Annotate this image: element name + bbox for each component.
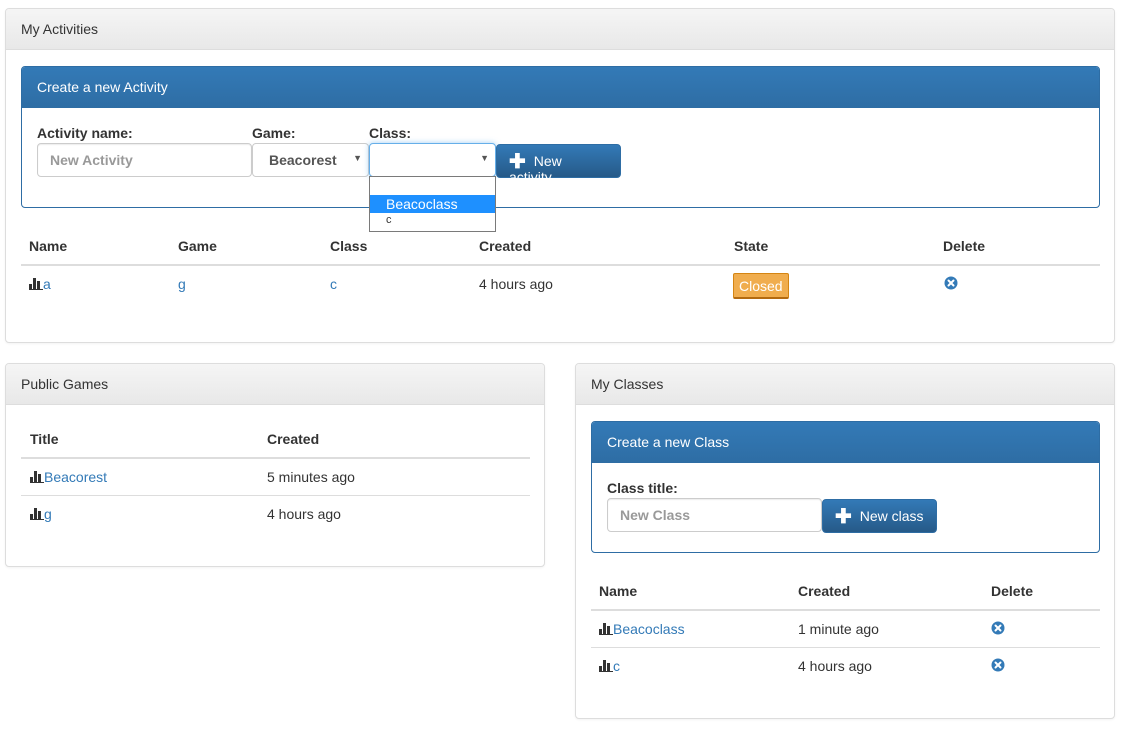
class-title-label: Class title: xyxy=(607,480,678,496)
chevron-down-icon: ▼ xyxy=(353,153,362,163)
class-created: 4 hours ago xyxy=(798,658,872,674)
create-activity-panel: Create a new Activity Activity name: Gam… xyxy=(21,66,1100,208)
plus-icon: ✚ xyxy=(509,151,526,173)
dropdown-option-c[interactable]: c xyxy=(370,213,495,231)
create-activity-heading: Create a new Activity xyxy=(22,67,1099,108)
new-class-button-label: New class xyxy=(859,508,924,524)
class-name: Beacoclass xyxy=(613,621,685,637)
col-header-created: Created xyxy=(798,583,851,599)
row-divider xyxy=(21,495,530,496)
bar-chart-icon xyxy=(29,278,43,290)
new-activity-button[interactable]: ✚ New activity xyxy=(496,144,621,185)
class-title-input[interactable] xyxy=(607,498,822,532)
bar-chart-icon xyxy=(599,623,613,635)
table-row: g xyxy=(30,506,52,522)
table-divider xyxy=(21,264,1100,266)
col-header-name: Name xyxy=(599,583,638,599)
create-class-panel: Create a new Class Class title: ✚ New cla… xyxy=(591,421,1100,553)
activities-panel: My Activities Create a new Activity Acti… xyxy=(5,8,1115,343)
delete-icon[interactable] xyxy=(991,621,1005,635)
activities-panel-title: My Activities xyxy=(6,9,1114,50)
activity-game-link[interactable]: g xyxy=(178,276,186,292)
activity-created: 4 hours ago xyxy=(479,276,553,292)
activity-name-link[interactable]: a xyxy=(29,276,51,292)
plus-icon: ✚ xyxy=(835,506,852,528)
bar-chart-icon xyxy=(30,508,44,520)
col-header-class: Class xyxy=(330,238,368,254)
class-created: 1 minute ago xyxy=(798,621,879,637)
dropdown-option-beacoclass[interactable]: Beacoclass xyxy=(370,195,495,213)
game-title: Beacorest xyxy=(44,469,108,485)
game-select-value: Beacorest xyxy=(269,152,337,168)
col-header-title: Title xyxy=(30,431,59,447)
table-row: Beacorest xyxy=(30,469,107,485)
table-row: a xyxy=(29,276,51,292)
create-class-heading: Create a new Class xyxy=(592,422,1099,463)
activity-name-input[interactable] xyxy=(37,143,252,177)
game-created: 5 minutes ago xyxy=(267,469,355,485)
col-header-created: Created xyxy=(267,431,320,447)
game-select[interactable]: Beacorest ▼ xyxy=(252,143,369,177)
table-divider xyxy=(21,457,530,459)
classes-panel: My Classes Create a new Class Class titl… xyxy=(575,363,1115,719)
class-name-link[interactable]: Beacoclass xyxy=(599,621,685,637)
table-row: Beacoclass xyxy=(599,621,685,637)
game-title-link[interactable]: g xyxy=(30,506,52,522)
delete-icon[interactable] xyxy=(944,276,958,290)
class-dropdown-list: Beacoclass c xyxy=(369,176,496,232)
col-header-delete: Delete xyxy=(943,238,986,254)
state-closed-button[interactable]: Closed xyxy=(733,273,789,299)
col-header-game: Game xyxy=(178,238,217,254)
row-divider xyxy=(591,647,1100,648)
game-created: 4 hours ago xyxy=(267,506,341,522)
delete-icon[interactable] xyxy=(991,658,1005,672)
table-divider xyxy=(591,609,1100,611)
col-header-delete: Delete xyxy=(991,583,1034,599)
new-class-button[interactable]: ✚ New class xyxy=(822,499,937,533)
bar-chart-icon xyxy=(30,471,44,483)
activity-name-label: Activity name: xyxy=(37,125,133,141)
col-header-name: Name xyxy=(29,238,68,254)
col-header-created: Created xyxy=(479,238,532,254)
table-row: c xyxy=(599,658,620,674)
game-title-link[interactable]: Beacorest xyxy=(30,469,107,485)
chevron-down-icon: ▼ xyxy=(480,153,489,163)
class-name-link[interactable]: c xyxy=(599,658,620,674)
activity-name: a xyxy=(43,276,51,292)
bar-chart-icon xyxy=(599,660,613,672)
activity-class-link[interactable]: c xyxy=(330,276,337,292)
dropdown-empty-option[interactable] xyxy=(370,177,495,195)
class-select[interactable]: ▼ xyxy=(369,143,496,177)
game-title: g xyxy=(44,506,52,522)
class-label: Class: xyxy=(369,125,412,141)
class-name: c xyxy=(613,658,620,674)
public-games-title: Public Games xyxy=(6,364,544,405)
col-header-state: State xyxy=(734,238,769,254)
classes-panel-title: My Classes xyxy=(576,364,1114,405)
public-games-panel: Public Games Title Created Beacorest 5 m… xyxy=(5,363,545,567)
game-label: Game: xyxy=(252,125,296,141)
